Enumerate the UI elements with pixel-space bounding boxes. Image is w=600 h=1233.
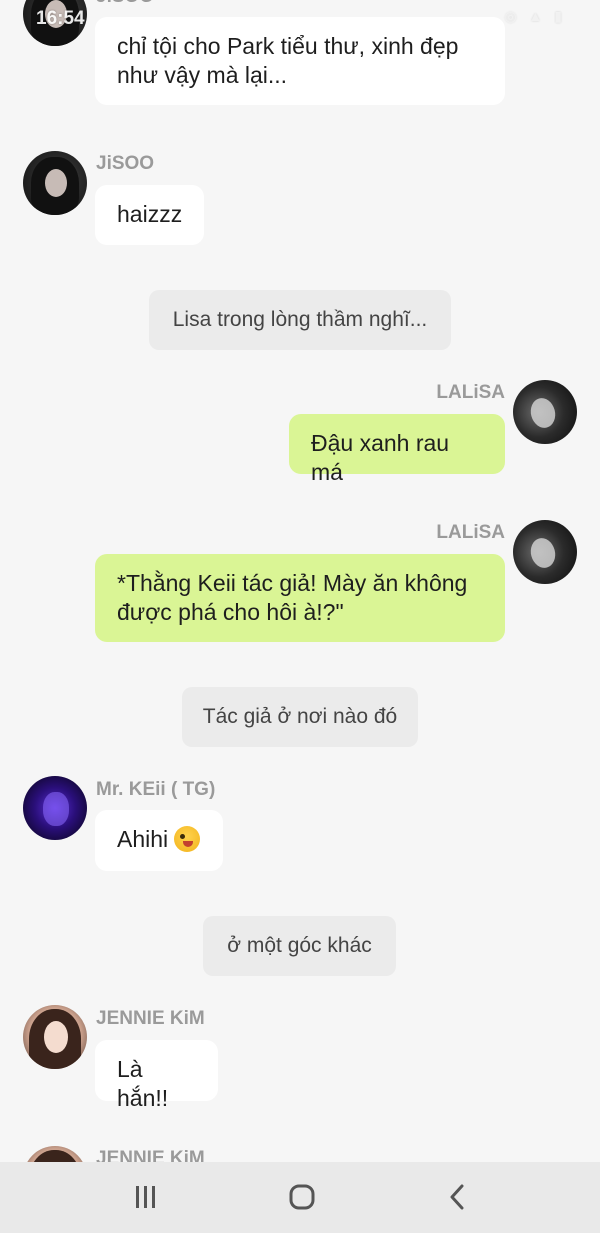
- avatar-keii[interactable]: [23, 776, 87, 840]
- message-bubble[interactable]: *Thằng Keii tác giả! Mày ăn không được p…: [95, 554, 505, 642]
- chat-thread[interactable]: JiSOO chỉ tội cho Park tiểu thư, xinh đẹ…: [0, 0, 600, 1162]
- message-bubble[interactable]: haizzz: [95, 185, 204, 245]
- home-icon: [289, 1184, 315, 1210]
- sender-name: JiSOO: [96, 153, 155, 174]
- avatar-jennie[interactable]: [23, 1146, 87, 1162]
- back-icon: [450, 1184, 464, 1210]
- back-button[interactable]: [418, 1162, 498, 1233]
- sender-name: Mr. KEii ( TG): [96, 779, 216, 800]
- message-bubble[interactable]: Đậu xanh rau má: [289, 414, 505, 485]
- message-bubble[interactable]: Ahihi: [95, 810, 223, 871]
- recent-apps-icon: [136, 1186, 155, 1208]
- system-message: Lisa trong lòng thầm nghĩ...: [149, 290, 451, 350]
- sender-name: LALiSA: [436, 382, 505, 403]
- system-message: Tác giả ở nơi nào đó: [182, 687, 418, 747]
- navigation-bar: [0, 1162, 600, 1233]
- avatar-lalisa[interactable]: [513, 520, 577, 584]
- recent-apps-button[interactable]: [106, 1162, 186, 1233]
- status-time: 16:54: [36, 8, 85, 29]
- status-icons: ◎ ▲ ▮: [504, 8, 566, 24]
- avatar-jennie[interactable]: [23, 1005, 87, 1069]
- sender-name: JENNIE KiM: [96, 1008, 205, 1029]
- avatar-jisoo[interactable]: [23, 151, 87, 215]
- system-message: ở một góc khác: [203, 916, 396, 976]
- sender-name: LALiSA: [436, 522, 505, 543]
- message-bubble[interactable]: Là hắn!!: [95, 1040, 218, 1111]
- message-text: Ahihi: [117, 826, 169, 852]
- home-button[interactable]: [262, 1162, 342, 1233]
- crazy-face-emoji-icon: [174, 826, 201, 852]
- avatar-lalisa[interactable]: [513, 380, 577, 444]
- sender-name: JENNIE KiM: [96, 1148, 205, 1162]
- status-bar: 16:54 ◎ ▲ ▮: [0, 0, 600, 34]
